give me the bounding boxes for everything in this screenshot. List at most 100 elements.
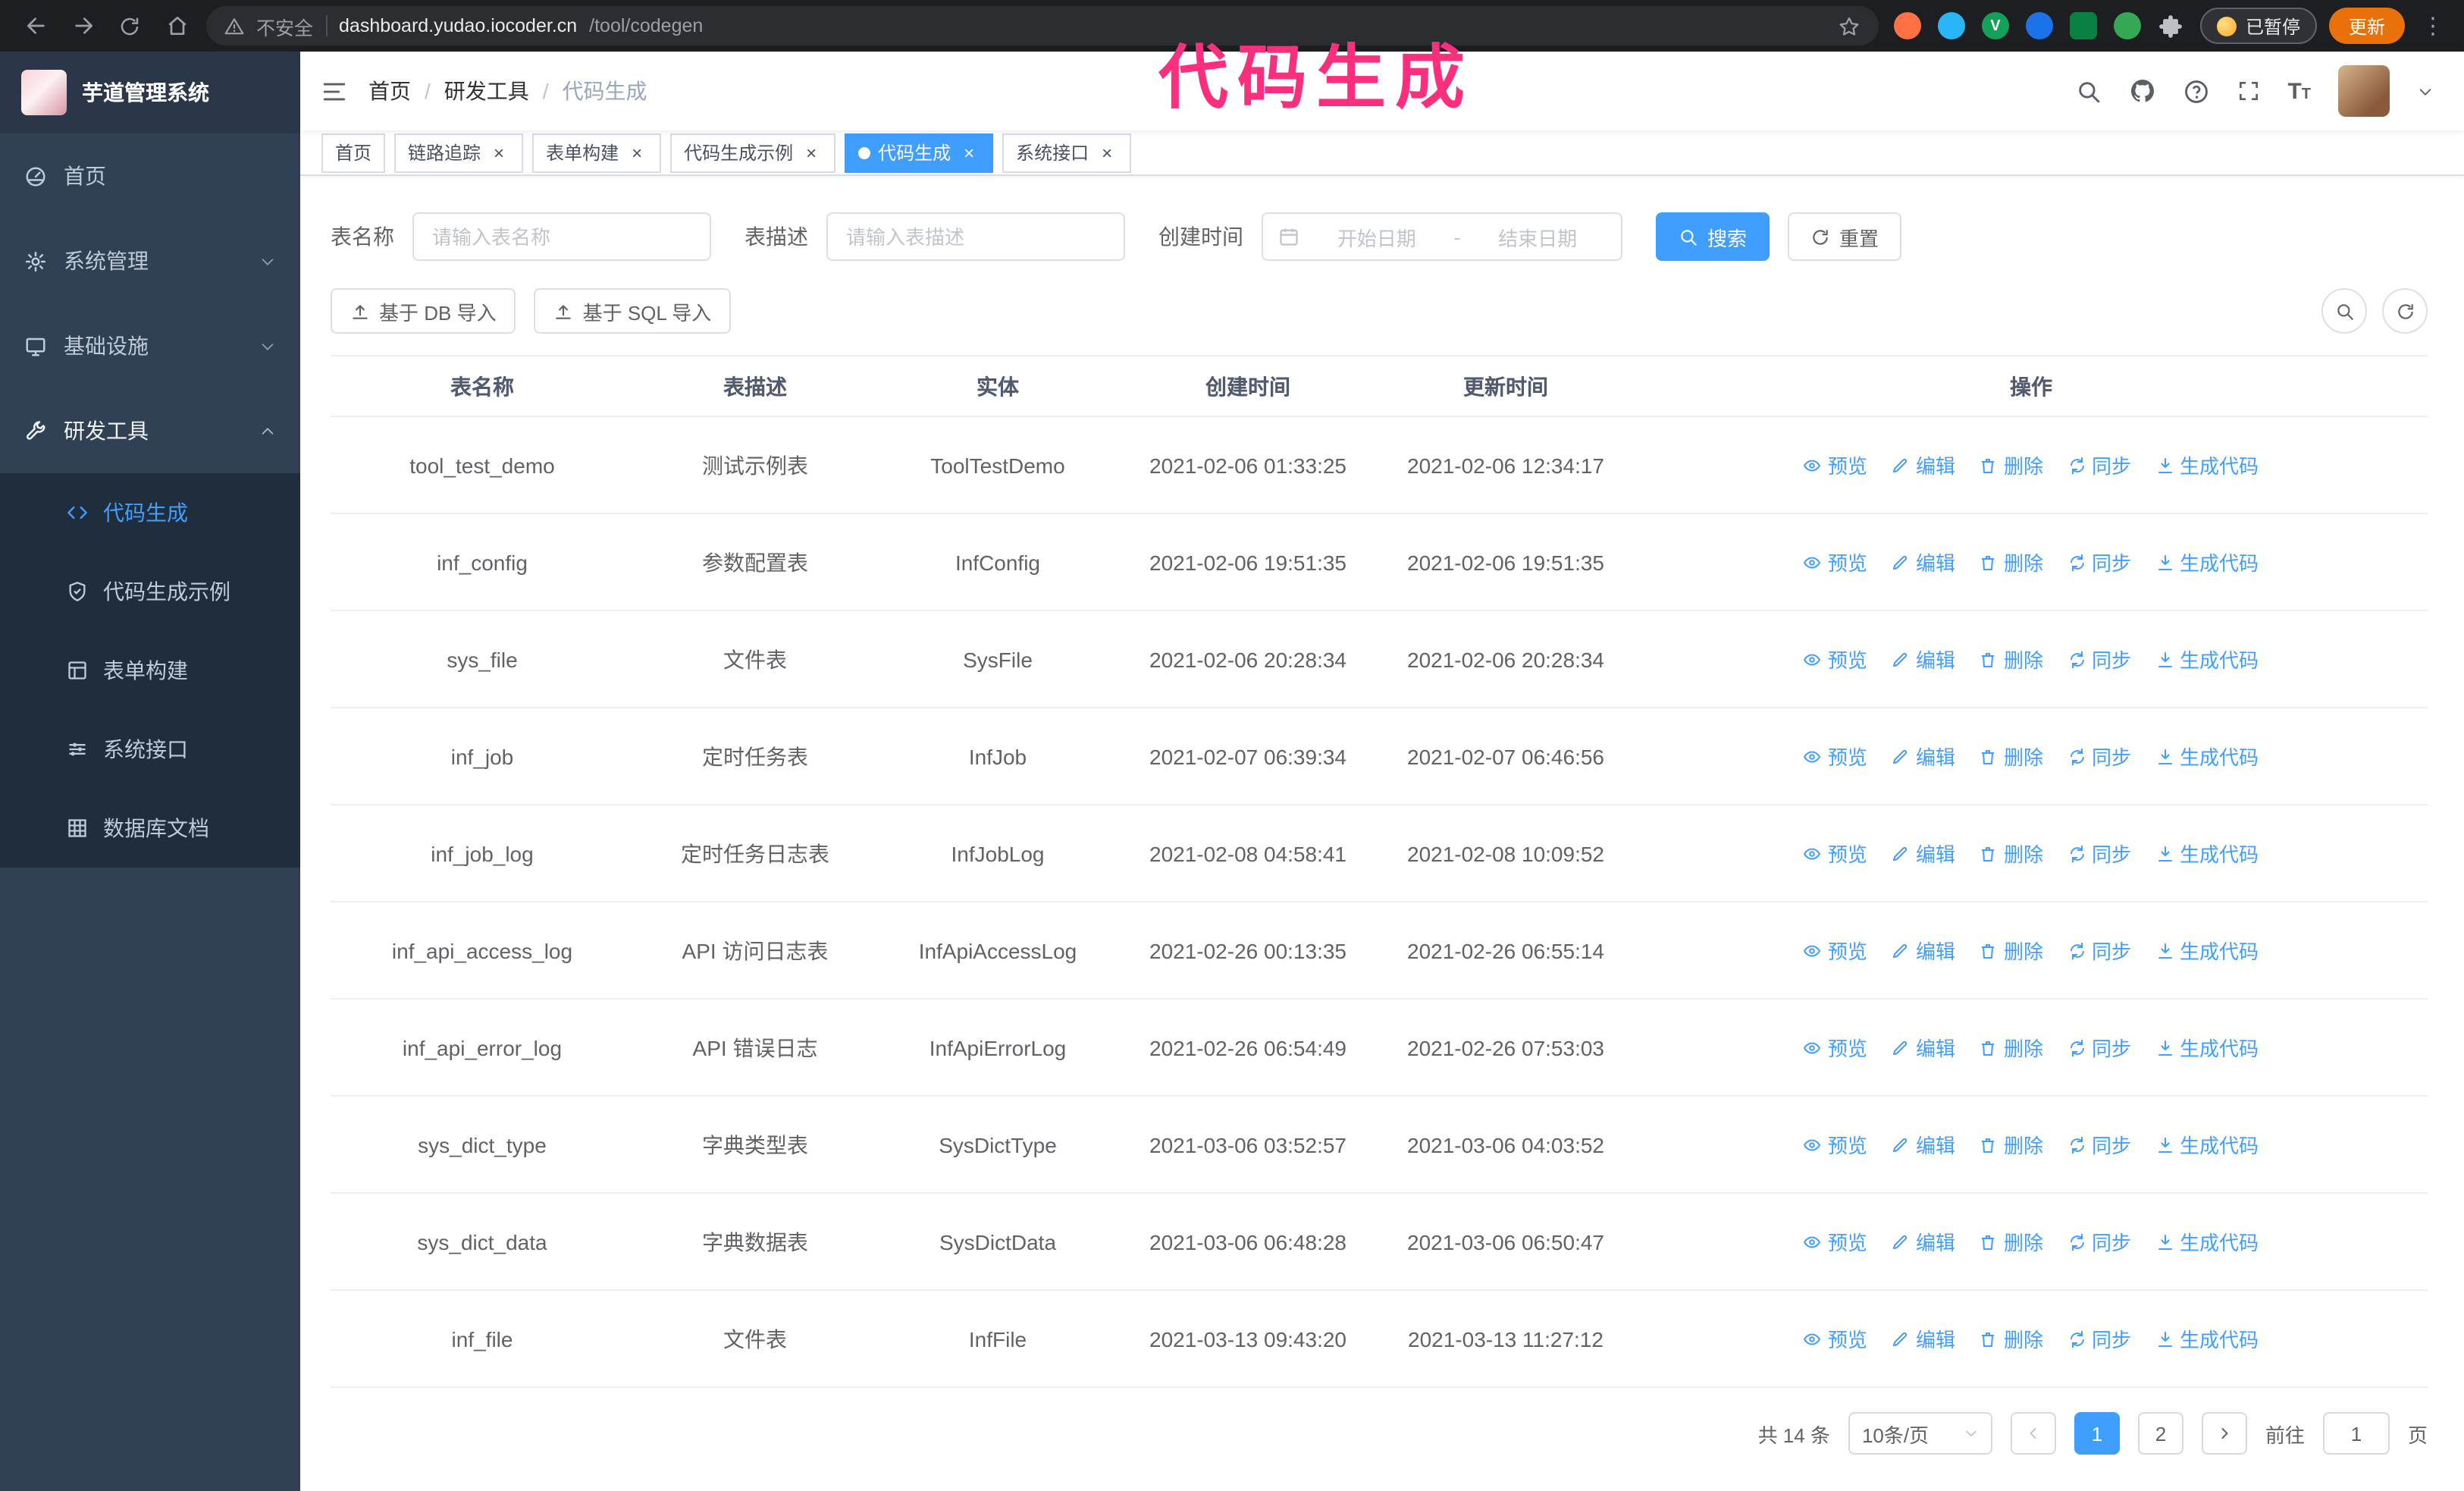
- generate-code-link[interactable]: 生成代码: [2155, 645, 2259, 673]
- delete-link[interactable]: 删除: [1980, 1130, 2043, 1159]
- extension-icon[interactable]: [2025, 12, 2053, 39]
- generate-code-link[interactable]: 生成代码: [2155, 936, 2259, 965]
- breadcrumb-home[interactable]: 首页: [368, 76, 411, 106]
- extension-icon[interactable]: [2113, 12, 2141, 39]
- edit-link[interactable]: 编辑: [1892, 645, 1955, 673]
- sync-link[interactable]: 同步: [2067, 742, 2131, 771]
- edit-link[interactable]: 编辑: [1892, 1227, 1955, 1256]
- extension-icon[interactable]: V: [1981, 12, 2009, 39]
- sync-link[interactable]: 同步: [2067, 1130, 2131, 1159]
- generate-code-link[interactable]: 生成代码: [2155, 1130, 2259, 1159]
- delete-link[interactable]: 删除: [1980, 548, 2043, 576]
- table-name-input[interactable]: [412, 212, 711, 261]
- extensions-puzzle-icon[interactable]: [2158, 13, 2183, 39]
- fullscreen-icon[interactable]: [2236, 79, 2260, 103]
- generate-code-link[interactable]: 生成代码: [2155, 1227, 2259, 1256]
- sidebar-item-infrastructure[interactable]: 基础设施: [0, 303, 300, 388]
- sidebar-item-system-api[interactable]: 系统接口: [0, 710, 300, 789]
- generate-code-link[interactable]: 生成代码: [2155, 548, 2259, 576]
- delete-link[interactable]: 删除: [1980, 1324, 2043, 1353]
- sidebar-item-codegen[interactable]: 代码生成: [0, 473, 300, 552]
- github-icon[interactable]: [2128, 77, 2155, 105]
- close-icon[interactable]: ×: [958, 142, 980, 163]
- chrome-update-button[interactable]: 更新: [2328, 8, 2405, 44]
- sidebar-item-codegen-demo[interactable]: 代码生成示例: [0, 552, 300, 631]
- avatar-caret-icon[interactable]: [2417, 83, 2434, 99]
- edit-link[interactable]: 编辑: [1892, 1324, 1955, 1353]
- forward-icon[interactable]: [62, 5, 103, 46]
- sidebar-item-home[interactable]: 首页: [0, 133, 300, 218]
- sync-link[interactable]: 同步: [2067, 839, 2131, 868]
- delete-link[interactable]: 删除: [1980, 1033, 2043, 1062]
- delete-link[interactable]: 删除: [1980, 1227, 2043, 1256]
- reload-icon[interactable]: [109, 5, 150, 46]
- tab-system-api[interactable]: 系统接口 ×: [1002, 133, 1132, 172]
- bookmark-star-icon[interactable]: [1838, 14, 1861, 37]
- edit-link[interactable]: 编辑: [1892, 548, 1955, 576]
- sync-link[interactable]: 同步: [2067, 936, 2131, 965]
- generate-code-link[interactable]: 生成代码: [2155, 1033, 2259, 1062]
- edit-link[interactable]: 编辑: [1892, 1130, 1955, 1159]
- generate-code-link[interactable]: 生成代码: [2155, 1324, 2259, 1353]
- import-sql-button[interactable]: 基于 SQL 导入: [534, 288, 732, 334]
- page-size-select[interactable]: 10条/页: [1848, 1412, 1992, 1455]
- edit-link[interactable]: 编辑: [1892, 742, 1955, 771]
- tab-trace[interactable]: 链路追踪 ×: [394, 133, 524, 172]
- toggle-search-button[interactable]: [2321, 288, 2367, 334]
- table-desc-input[interactable]: [826, 212, 1125, 261]
- home-button-icon[interactable]: [156, 5, 197, 46]
- sync-link[interactable]: 同步: [2067, 1324, 2131, 1353]
- preview-link[interactable]: 预览: [1804, 839, 1867, 868]
- browser-menu-icon[interactable]: ⋮: [2417, 12, 2449, 39]
- sync-link[interactable]: 同步: [2067, 1033, 2131, 1062]
- delete-link[interactable]: 删除: [1980, 839, 2043, 868]
- tab-form-builder[interactable]: 表单构建 ×: [532, 133, 662, 172]
- delete-link[interactable]: 删除: [1980, 450, 2043, 479]
- preview-link[interactable]: 预览: [1804, 936, 1867, 965]
- reset-button[interactable]: 重置: [1788, 212, 1902, 261]
- help-icon[interactable]: [2183, 78, 2209, 104]
- edit-link[interactable]: 编辑: [1892, 936, 1955, 965]
- back-icon[interactable]: [15, 5, 56, 46]
- search-icon[interactable]: [2075, 78, 2101, 104]
- close-icon[interactable]: ×: [626, 142, 647, 163]
- goto-page-input[interactable]: [2322, 1412, 2390, 1455]
- generate-code-link[interactable]: 生成代码: [2155, 450, 2259, 479]
- preview-link[interactable]: 预览: [1804, 1324, 1867, 1353]
- delete-link[interactable]: 删除: [1980, 742, 2043, 771]
- tab-home[interactable]: 首页: [321, 133, 386, 172]
- page-button-2[interactable]: 2: [2137, 1412, 2183, 1455]
- sidebar-item-dev-tools[interactable]: 研发工具: [0, 388, 300, 473]
- breadcrumb-dev-tools[interactable]: 研发工具: [444, 76, 529, 106]
- hamburger-icon[interactable]: [321, 78, 347, 104]
- delete-link[interactable]: 删除: [1980, 645, 2043, 673]
- prev-page-button[interactable]: [2010, 1412, 2056, 1455]
- preview-link[interactable]: 预览: [1804, 1227, 1867, 1256]
- edit-link[interactable]: 编辑: [1892, 839, 1955, 868]
- paused-badge[interactable]: 已暂停: [2199, 8, 2317, 44]
- font-size-icon[interactable]: TT: [2287, 80, 2311, 102]
- edit-link[interactable]: 编辑: [1892, 450, 1955, 479]
- close-icon[interactable]: ×: [488, 142, 509, 163]
- close-icon[interactable]: ×: [1096, 142, 1118, 163]
- extension-icon[interactable]: [1893, 12, 1921, 39]
- close-icon[interactable]: ×: [801, 142, 822, 163]
- sync-link[interactable]: 同步: [2067, 450, 2131, 479]
- search-button[interactable]: 搜索: [1656, 212, 1770, 261]
- tab-codegen[interactable]: 代码生成 ×: [845, 133, 994, 172]
- preview-link[interactable]: 预览: [1804, 645, 1867, 673]
- delete-link[interactable]: 删除: [1980, 936, 2043, 965]
- preview-link[interactable]: 预览: [1804, 1130, 1867, 1159]
- user-avatar[interactable]: [2338, 65, 2390, 117]
- sidebar-item-form-builder[interactable]: 表单构建: [0, 631, 300, 710]
- sync-link[interactable]: 同步: [2067, 645, 2131, 673]
- import-db-button[interactable]: 基于 DB 导入: [331, 288, 516, 334]
- page-button-1[interactable]: 1: [2074, 1412, 2120, 1455]
- preview-link[interactable]: 预览: [1804, 1033, 1867, 1062]
- preview-link[interactable]: 预览: [1804, 742, 1867, 771]
- edit-link[interactable]: 编辑: [1892, 1033, 1955, 1062]
- sync-link[interactable]: 同步: [2067, 1227, 2131, 1256]
- create-time-range-picker[interactable]: 开始日期 - 结束日期: [1262, 212, 1622, 261]
- extension-icon[interactable]: [1937, 12, 1965, 39]
- address-bar[interactable]: 不安全 dashboard.yudao.iocoder.cn/tool/code…: [206, 6, 1879, 46]
